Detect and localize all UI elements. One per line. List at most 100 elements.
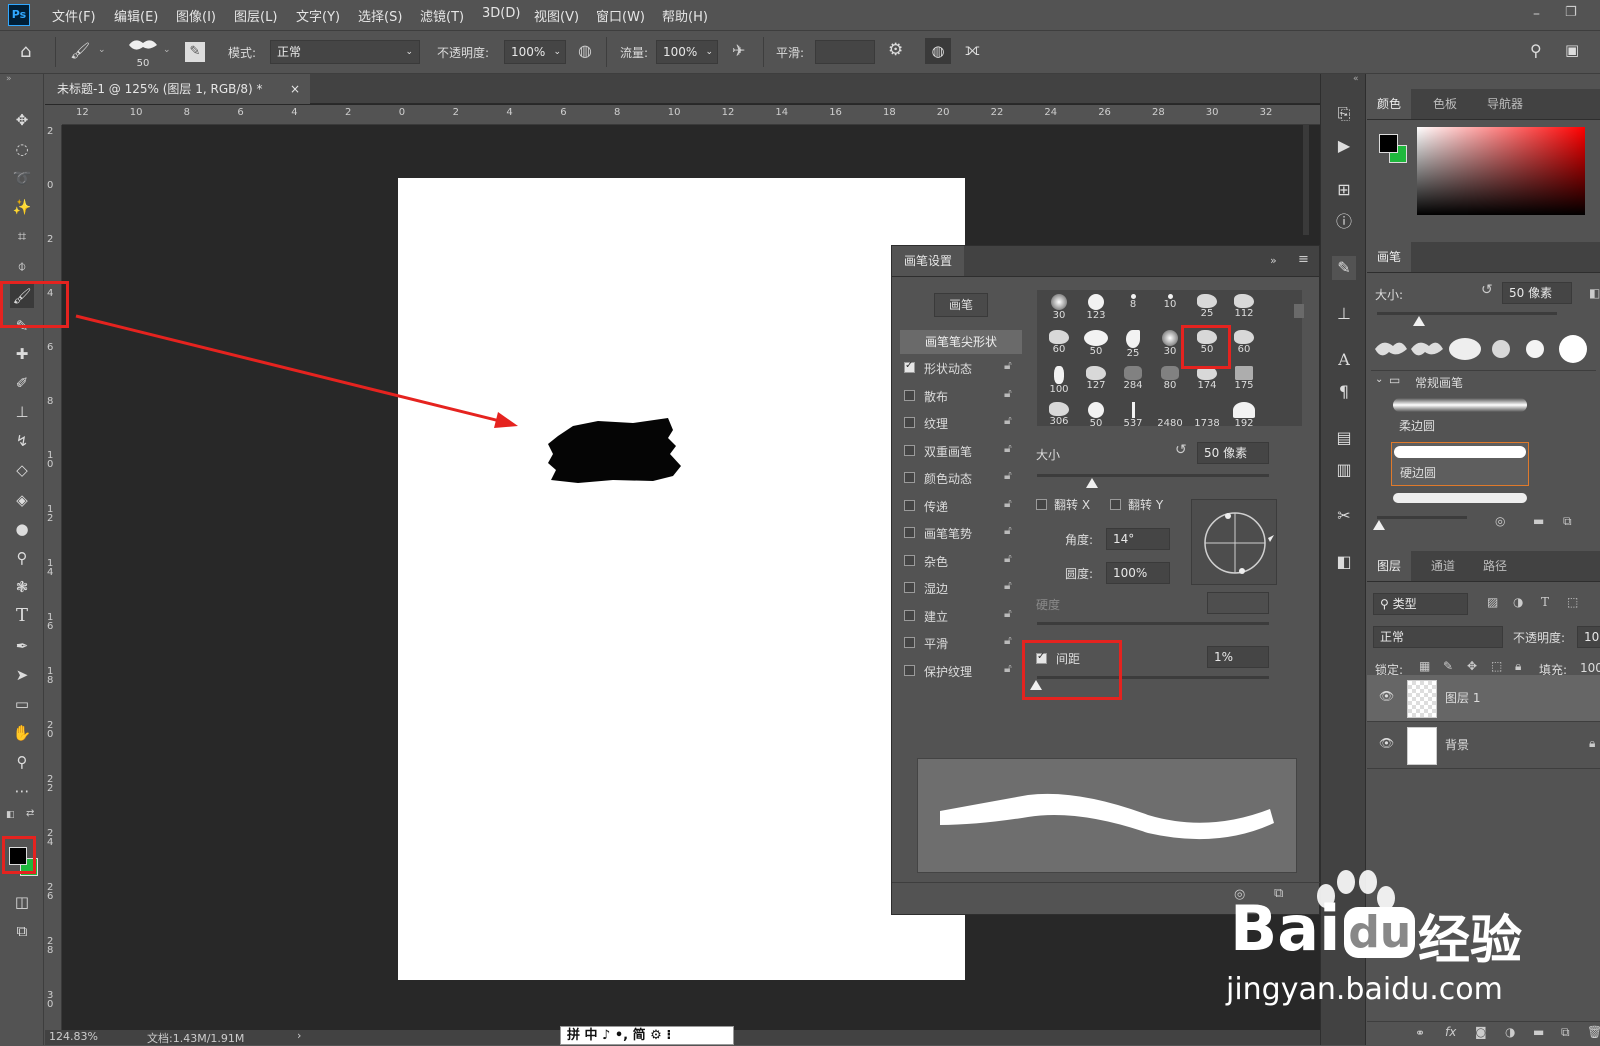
zoom-level[interactable]: 124.83% [49,1030,98,1043]
tool-presets-icon[interactable]: ✂ [1332,504,1356,528]
lock-icon[interactable]: 🔓︎ [1004,633,1012,648]
checkbox[interactable] [904,527,915,538]
brush-tip[interactable]: 100 [1041,364,1077,400]
brush-tip[interactable]: 2480 [1152,400,1188,426]
ps-logo[interactable]: Ps [8,4,30,26]
character-icon[interactable]: A [1332,348,1356,372]
home-icon[interactable]: ⌂ [20,41,31,62]
pressure-size-icon[interactable]: ◍ [925,38,951,64]
brush-tip[interactable]: 306 [1041,400,1077,426]
lock-icon[interactable]: 🔓︎ [1004,523,1012,538]
learn-icon[interactable]: ⊞ [1332,178,1356,202]
brush-tool-icon[interactable]: 🖌︎ [70,41,90,60]
menu-item[interactable]: 滤镜(T) [420,6,464,25]
brush-size-slider[interactable] [1377,312,1557,315]
brushes-button[interactable]: 画笔 [934,293,988,317]
menu-item[interactable]: 编辑(E) [114,6,158,25]
brush-tip-shape-item[interactable]: 画笔笔尖形状 [900,330,1022,354]
menu-item[interactable]: 视图(V) [534,6,579,25]
notes-icon[interactable]: ▥ [1332,458,1356,482]
actions-play-icon[interactable]: ▶ [1332,134,1356,158]
lock-icon[interactable]: 🔓︎ [1004,386,1012,401]
eye-icon[interactable]: 👁︎ [1379,689,1394,703]
brush-tip[interactable]: 50 [1078,328,1114,364]
new-preset-icon[interactable]: ◧ [1589,286,1600,300]
brush-tip[interactable]: 30 [1041,292,1077,328]
lock-icon[interactable]: 🔓︎ [1004,496,1012,511]
layer-filter-select[interactable]: ⚲ 类型 [1373,593,1468,615]
mode-select[interactable]: 正常 ⌄ [270,40,420,64]
brush-size-slider-thumb[interactable] [1413,316,1425,326]
checkbox[interactable] [904,417,915,428]
libraries-icon[interactable]: ◧ [1332,550,1356,574]
ime-toolbar[interactable]: 拼 中 ♪ •, 简 ⚙ ⁝ [560,1026,734,1045]
art-history-tool-icon[interactable]: ↯ [10,429,34,453]
folder-icon[interactable]: ▬ [1533,514,1544,528]
fx-icon[interactable]: fx [1445,1025,1456,1039]
roundness-input[interactable]: 100% [1106,562,1170,584]
link-icon[interactable]: ⚭ [1415,1026,1425,1040]
brush-tip[interactable]: 175 [1226,364,1262,400]
angle-input[interactable]: 14° [1106,528,1170,550]
brush-tip[interactable]: 537 [1115,400,1151,426]
checkbox[interactable] [904,444,915,456]
layer-row[interactable]: 👁︎ 背景 🔒︎ [1367,722,1600,769]
flow-input[interactable]: 100% ⌄ [656,40,718,64]
brush-option-item[interactable]: 湿边 🔓︎ [900,576,1012,600]
checkbox[interactable] [904,499,915,511]
tab-paths[interactable]: 路径 [1473,551,1517,581]
checkbox[interactable] [904,637,915,648]
brush-tip[interactable]: 50 [1078,400,1114,426]
brush-tip[interactable]: 1738 [1189,400,1225,426]
angle-roundness-widget[interactable] [1191,499,1277,585]
more-tools-icon[interactable]: ⋯ [10,779,34,803]
pen-tool-icon[interactable]: ✒ [10,634,34,658]
pressure-opacity-icon[interactable]: ◍ [578,41,592,60]
new-preset-icon[interactable]: ⧉ [1563,514,1572,529]
menu-item[interactable]: 窗口(W) [596,6,645,25]
brush-tip[interactable]: 60 [1041,328,1077,364]
screen-mode-icon[interactable]: ⧉ [10,919,34,943]
brush-tip[interactable]: 60 [1226,328,1262,364]
history-brush-tool-icon[interactable]: ✐ [10,371,34,395]
lock-icon[interactable]: 🔓︎ [1004,551,1012,566]
type-tool-icon[interactable]: T [10,604,34,628]
size-slider[interactable] [1037,474,1269,477]
scrollbar-vertical[interactable] [1294,304,1304,318]
brush-option-item[interactable]: 杂色 🔓︎ [900,549,1012,573]
chevron-down-icon[interactable]: ⌄ [98,45,106,55]
brush-option-item[interactable]: 平滑 🔓︎ [900,631,1012,655]
size-input[interactable]: 50 像素 [1197,442,1269,464]
dodge-tool-icon[interactable]: ⚲ [10,546,34,570]
size-slider-thumb[interactable] [1086,478,1098,488]
lock-icon[interactable]: 🔓︎ [1004,413,1012,428]
zoom-tool-icon[interactable]: ⚲ [10,750,34,774]
brush-option-item[interactable]: 建立 🔓︎ [900,604,1012,628]
brush-option-item[interactable]: 散布 🔓︎ [900,384,1012,408]
brush-tip[interactable]: 284 [1115,364,1151,400]
collapse-icon[interactable]: » [1270,254,1277,267]
hand-tool-icon[interactable]: ✋ [10,721,34,745]
gear-icon[interactable]: ⚙ [888,40,903,60]
healing-tool-icon[interactable]: ✚ [10,342,34,366]
collapse-icon[interactable]: « [1353,74,1359,84]
move-tool-icon[interactable]: ✥ [10,108,34,132]
menu-item[interactable]: 帮助(H) [662,6,708,25]
brush-option-item[interactable]: 传递 🔓︎ [900,494,1012,518]
brush-option-item[interactable]: 纹理 🔓︎ [900,411,1012,435]
brush-tip[interactable]: 8 [1115,292,1151,328]
chevron-down-icon[interactable]: ⌄ [163,45,171,55]
checkbox[interactable] [904,582,915,593]
lock-icon[interactable]: 🔓︎ [1004,578,1012,593]
preview-size-slider-thumb[interactable] [1373,520,1385,530]
stamp-tool-icon[interactable]: ⊥ [10,400,34,424]
filter-pixel-icon[interactable]: ▨ [1487,595,1498,609]
checkbox[interactable] [904,472,915,483]
airbrush-icon[interactable]: ✈︎ [732,41,745,60]
checkbox[interactable] [904,664,915,676]
brush-size-input[interactable]: 50 像素 [1502,282,1572,304]
lock-icon[interactable]: 🔓︎ [1004,468,1012,483]
lock-pixels-icon[interactable]: ✎ [1443,659,1453,673]
brush-settings-tab[interactable]: 画笔设置 [892,246,965,276]
smoothing-input[interactable] [815,40,875,64]
